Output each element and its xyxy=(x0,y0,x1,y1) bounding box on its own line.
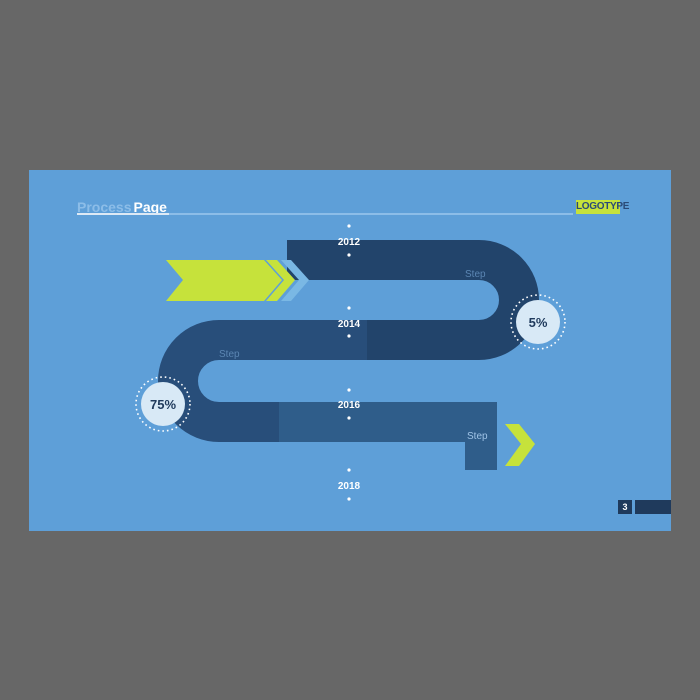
year-label-2016: 2016 xyxy=(338,400,361,411)
progress-value-right: 5% xyxy=(529,315,548,330)
page-number: 3 xyxy=(618,500,632,514)
slide: Process Page LOGOTYPE 2012 2014 2016 201… xyxy=(29,170,671,531)
progress-value-left: 75% xyxy=(150,397,176,412)
page-number-bar xyxy=(635,500,671,514)
step-label-1: Step xyxy=(465,269,486,280)
step-label-2: Step xyxy=(219,349,240,360)
step-label-3: Step xyxy=(467,431,488,442)
end-chevron xyxy=(505,424,535,466)
year-label-2014: 2014 xyxy=(338,319,361,330)
roadmap-diagram: 2012 2014 2016 2018 Step Step Step 5% 75… xyxy=(135,224,566,501)
start-arrow-shape xyxy=(166,260,282,301)
year-label-2012: 2012 xyxy=(338,237,361,248)
year-label-2018: 2018 xyxy=(338,481,361,492)
